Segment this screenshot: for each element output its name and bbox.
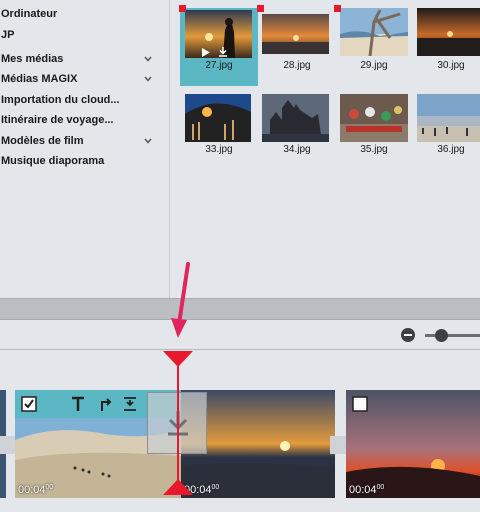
text-icon[interactable] [71, 396, 85, 412]
clip-timecode: 00:0400 [349, 484, 385, 496]
media-filename: 34.jpg [283, 144, 311, 155]
sidebar-item-ordinateur[interactable]: Ordinateur [0, 5, 168, 23]
sidebar-item-mes-medias[interactable]: Mes médias [0, 50, 168, 68]
media-filename: 29.jpg [360, 60, 388, 71]
rotate-icon[interactable] [99, 396, 113, 412]
chevron-down-icon[interactable] [144, 70, 154, 88]
annotation-arrow-icon [171, 262, 190, 338]
thumbnail-image [262, 94, 329, 142]
media-filename: 33.jpg [205, 144, 233, 155]
sidebar-item-importation-cloud[interactable]: Importation du cloud... [0, 91, 168, 109]
timeline-clip-redsky[interactable]: 00:0400 [346, 390, 480, 498]
media-pool-sidebar: Ordinateur JP Mes médias Médias MAGIX Im… [0, 0, 170, 298]
sidebar-item-label: Mes médias [1, 53, 64, 65]
thumbnail-image [340, 8, 408, 56]
media-item-33[interactable]: 33.jpg [180, 92, 258, 170]
media-filename: 36.jpg [437, 144, 465, 155]
sidebar-item-modeles-film[interactable]: Modèles de film [0, 132, 168, 150]
media-filename: 28.jpg [283, 60, 311, 71]
thumbnail-image [185, 94, 251, 142]
trim-icon[interactable] [123, 396, 137, 412]
play-icon[interactable] [202, 48, 210, 57]
playhead-top-handle[interactable] [162, 350, 194, 368]
sidebar-item-label: Modèles de film [1, 135, 84, 147]
transition-handle[interactable] [0, 436, 16, 454]
transition-handle[interactable] [330, 436, 346, 454]
sidebar-item-jp[interactable]: JP [0, 26, 168, 44]
thumbnail-image [262, 14, 329, 54]
zoom-out-icon[interactable] [401, 328, 415, 342]
media-item-28[interactable]: 28.jpg [258, 8, 336, 86]
media-item-34[interactable]: 34.jpg [258, 92, 336, 170]
media-item-36[interactable]: 36.jpg [412, 92, 480, 170]
checkbox-icon[interactable] [352, 396, 368, 412]
media-item-30[interactable]: 30.jpg [412, 8, 480, 86]
media-item-27[interactable]: 27.jpg [180, 8, 258, 86]
sidebar-item-label: Musique diaporama [1, 155, 105, 167]
panel-splitter[interactable] [0, 298, 480, 320]
thumbnail-image [417, 94, 480, 142]
media-grid: 27.jpg 28.jpg 29.jpg 30.jpg 33.jpg 34.jp… [171, 0, 480, 298]
chevron-down-icon[interactable] [144, 50, 154, 68]
media-filename: 35.jpg [360, 144, 388, 155]
media-filename: 30.jpg [437, 60, 465, 71]
sidebar-item-label: Médias MAGIX [1, 73, 78, 85]
thumbnail-image [340, 94, 408, 142]
sidebar-item-label: Itinéraire de voyage... [1, 114, 114, 126]
sidebar-item-itineraire[interactable]: Itinéraire de voyage... [0, 111, 168, 129]
chevron-down-icon[interactable] [144, 132, 154, 150]
checkbox-icon[interactable] [21, 396, 37, 412]
marker-flag [179, 5, 186, 12]
media-filename: 27.jpg [205, 60, 233, 71]
sidebar-item-musique-diaporama[interactable]: Musique diaporama [0, 152, 168, 170]
media-item-35[interactable]: 35.jpg [335, 92, 413, 170]
thumbnail-image [417, 8, 480, 56]
zoom-slider-handle[interactable] [435, 329, 448, 342]
clip-timecode: 00:0400 [18, 484, 54, 496]
playhead-line[interactable] [177, 356, 179, 492]
marker-flag [257, 5, 264, 12]
sidebar-item-medias-magix[interactable]: Médias MAGIX [0, 70, 168, 88]
media-item-29[interactable]: 29.jpg [335, 8, 413, 86]
download-icon[interactable] [218, 47, 228, 57]
sidebar-item-label: Ordinateur [1, 8, 58, 20]
playhead-bottom-handle[interactable] [162, 478, 194, 496]
sidebar-item-label: JP [1, 29, 15, 41]
zoom-slider-track[interactable] [425, 334, 480, 337]
sidebar-item-label: Importation du cloud... [1, 94, 120, 106]
marker-flag [334, 5, 341, 12]
